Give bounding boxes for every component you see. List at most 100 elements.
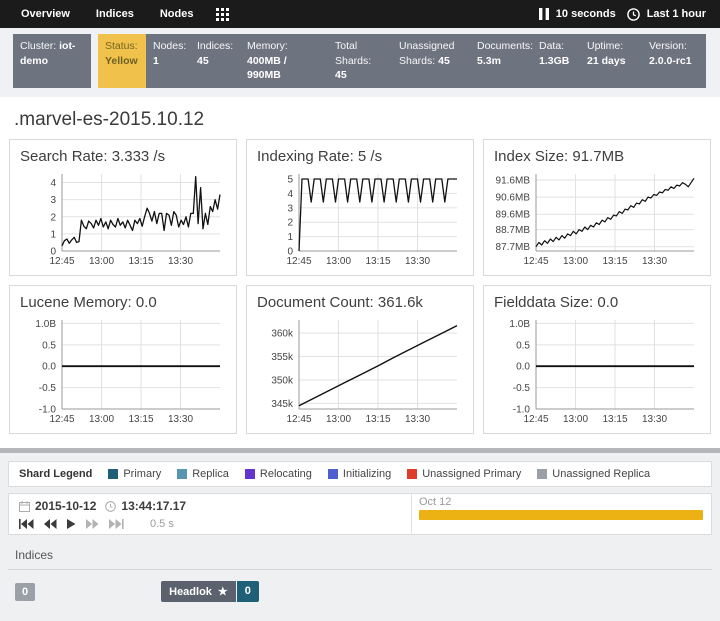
svg-text:13:00: 13:00 bbox=[563, 256, 588, 267]
cell-value: Yellow bbox=[105, 55, 138, 67]
legend-item-unassigned-primary: Unassigned Primary bbox=[407, 468, 521, 480]
cell-value: 1 bbox=[153, 55, 159, 67]
svg-text:13:15: 13:15 bbox=[602, 414, 627, 425]
svg-text:4: 4 bbox=[287, 189, 293, 200]
svg-text:360k: 360k bbox=[271, 329, 294, 340]
svg-text:12:45: 12:45 bbox=[286, 414, 311, 425]
nav-item-indices[interactable]: Indices bbox=[83, 8, 147, 20]
indices-badge-row: 0 Headlok ★ 0 bbox=[8, 570, 712, 613]
cluster-cell-total-shards: Total Shards: 45 bbox=[328, 34, 392, 88]
chart-title: Indexing Rate: 5 /s bbox=[257, 148, 465, 165]
svg-text:1: 1 bbox=[287, 232, 293, 243]
svg-text:87.7MB: 87.7MB bbox=[496, 242, 531, 253]
svg-text:2: 2 bbox=[287, 218, 293, 229]
svg-text:12:45: 12:45 bbox=[49, 256, 74, 267]
legend-label: Primary bbox=[123, 468, 161, 480]
nav-item-overview[interactable]: Overview bbox=[8, 8, 83, 20]
skip-to-start-button[interactable] bbox=[19, 519, 34, 529]
apps-grid-icon bbox=[216, 8, 229, 21]
cell-value: 45 bbox=[438, 55, 450, 67]
svg-text:13:30: 13:30 bbox=[642, 256, 667, 267]
cluster-cell-documents: Documents: 5.3m bbox=[470, 34, 532, 88]
svg-text:0.5: 0.5 bbox=[42, 340, 56, 351]
chart-title: Lucene Memory: 0.0 bbox=[20, 294, 228, 311]
svg-text:345k: 345k bbox=[271, 399, 294, 410]
legend-items: Primary Replica Relocating Initializing Unas… bbox=[108, 468, 650, 480]
cluster-status-bar: Cluster: iot-demoStatus: YellowNodes: 1I… bbox=[0, 28, 720, 97]
chart-plot: 1.0B0.50.0-0.5-1.012:4513:0013:1513:30 bbox=[492, 314, 700, 426]
timeline-range-bar[interactable] bbox=[419, 510, 703, 520]
cell-label: Memory: bbox=[247, 40, 288, 52]
svg-text:0.0: 0.0 bbox=[516, 362, 530, 373]
legend-label: Relocating bbox=[260, 468, 312, 480]
svg-text:0.5: 0.5 bbox=[516, 340, 530, 351]
legend-item-replica: Replica bbox=[177, 468, 229, 480]
index-badge-headlok[interactable]: Headlok ★ 0 bbox=[161, 581, 259, 602]
cluster-cell-cluster: Cluster: iot-demo bbox=[13, 34, 91, 88]
chart-title: Search Rate: 3.333 /s bbox=[20, 148, 228, 165]
cell-value: 45 bbox=[335, 69, 347, 81]
svg-text:2: 2 bbox=[50, 212, 56, 223]
cell-value: 45 bbox=[197, 55, 209, 67]
skip-to-end-button[interactable] bbox=[109, 519, 124, 529]
svg-text:13:00: 13:00 bbox=[89, 414, 114, 425]
pause-icon bbox=[539, 8, 549, 20]
time-range-picker[interactable]: Last 1 hour bbox=[647, 8, 706, 20]
svg-text:5: 5 bbox=[287, 175, 293, 186]
legend-label: Unassigned Primary bbox=[422, 468, 521, 480]
cell-label: Data: bbox=[539, 40, 564, 52]
chart-title: Fielddata Size: 0.0 bbox=[494, 294, 702, 311]
svg-text:355k: 355k bbox=[271, 352, 294, 363]
timeline-time[interactable]: 13:44:17.17 bbox=[121, 499, 186, 513]
cell-value: 21 days bbox=[587, 55, 626, 67]
cell-label: Indices: bbox=[197, 40, 233, 52]
svg-text:1.0B: 1.0B bbox=[35, 319, 56, 330]
legend-swatch bbox=[177, 469, 187, 479]
legend-item-relocating: Relocating bbox=[245, 468, 312, 480]
chart-panel: Document Count: 361.6k345k350k355k360k12… bbox=[246, 285, 474, 434]
index-badge-count: 0 bbox=[237, 581, 259, 602]
pause-button[interactable] bbox=[539, 8, 549, 20]
top-navbar: OverviewIndicesNodes 10 seconds Last 1 h… bbox=[0, 0, 720, 28]
chart-plot: 345k350k355k360k12:4513:0013:1513:30 bbox=[255, 314, 463, 426]
cluster-cell-uptime: Uptime: 21 days bbox=[580, 34, 642, 88]
play-button[interactable] bbox=[67, 519, 76, 529]
legend-swatch bbox=[407, 469, 417, 479]
svg-text:1.0B: 1.0B bbox=[509, 319, 530, 330]
legend-swatch bbox=[537, 469, 547, 479]
cluster-cell-nodes: Nodes: 1 bbox=[146, 34, 190, 88]
legend-label: Unassigned Replica bbox=[552, 468, 650, 480]
legend-item-primary: Primary bbox=[108, 468, 161, 480]
timeline-date[interactable]: 2015-10-12 bbox=[35, 499, 96, 513]
timeline-bar-label: Oct 12 bbox=[419, 496, 703, 508]
chart-plot: 1.0B0.50.0-0.5-1.012:4513:0013:1513:30 bbox=[18, 314, 226, 426]
refresh-interval[interactable]: 10 seconds bbox=[556, 8, 616, 20]
timeline-track: Oct 12 bbox=[411, 494, 711, 534]
svg-text:13:30: 13:30 bbox=[168, 414, 193, 425]
cell-value: 5.3m bbox=[477, 55, 501, 67]
svg-text:13:15: 13:15 bbox=[128, 414, 153, 425]
nav-item-nodes[interactable]: Nodes bbox=[147, 8, 207, 20]
chart-panel: Fielddata Size: 0.01.0B0.50.0-0.5-1.012:… bbox=[483, 285, 711, 434]
svg-text:3: 3 bbox=[50, 195, 56, 206]
cell-value: 1.3GB bbox=[539, 55, 569, 67]
svg-text:12:45: 12:45 bbox=[523, 256, 548, 267]
star-icon: ★ bbox=[218, 585, 228, 598]
chart-title: Index Size: 91.7MB bbox=[494, 148, 702, 165]
calendar-icon bbox=[19, 501, 30, 512]
fast-forward-button[interactable] bbox=[86, 519, 99, 529]
timeline-panel: 2015-10-12 13:44:17.17 bbox=[8, 493, 712, 535]
step-back-button[interactable] bbox=[44, 519, 57, 529]
indices-section: Indices 0 Headlok ★ 0 bbox=[8, 544, 712, 613]
cell-label: Version: bbox=[649, 40, 687, 52]
chart-title: Document Count: 361.6k bbox=[257, 294, 465, 311]
cluster-cell-data: Data: 1.3GB bbox=[532, 34, 580, 88]
unassigned-count-badge: 0 bbox=[15, 583, 35, 601]
charts-grid: Search Rate: 3.333 /s0123412:4513:0013:1… bbox=[0, 139, 720, 434]
cell-label: Total Shards: bbox=[335, 40, 371, 67]
legend-swatch bbox=[108, 469, 118, 479]
apps-grid-button[interactable] bbox=[206, 8, 239, 21]
svg-text:13:00: 13:00 bbox=[89, 256, 114, 267]
time-clock-icon bbox=[105, 501, 116, 512]
legend-item-initializing: Initializing bbox=[328, 468, 391, 480]
